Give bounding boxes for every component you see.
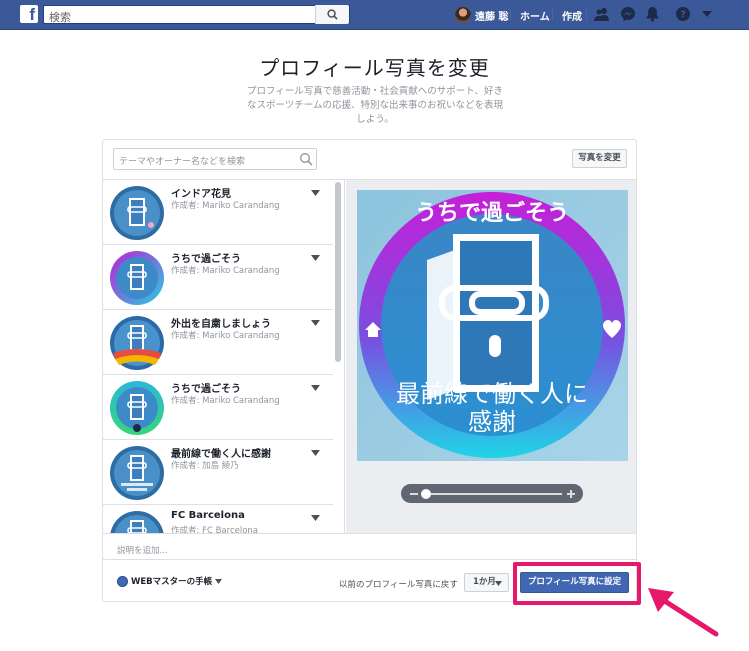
frame-title: 外出を自粛しましょう <box>171 319 271 330</box>
avatar <box>455 7 471 23</box>
chevron-down-icon <box>215 578 223 584</box>
frame-list-item[interactable]: うちで過ごそう 作成者: Mariko Carandang <box>103 245 333 310</box>
chevron-down-icon[interactable] <box>311 320 320 326</box>
friends-icon[interactable] <box>594 6 610 22</box>
frame-search <box>113 148 317 172</box>
revert-profile-photo-label: 以前のプロフィール写真に戻す <box>339 580 458 590</box>
nav-divider <box>586 9 587 21</box>
frame-list-scrollbar[interactable] <box>335 182 341 362</box>
frame-author: 作成者: Mariko Carandang <box>171 331 280 341</box>
frame-author: 作成者: Mariko Carandang <box>171 201 280 211</box>
frame-title: FC Barcelona <box>171 510 245 521</box>
nav-home-link[interactable]: ホーム <box>520 8 550 23</box>
global-search <box>43 5 350 26</box>
frame-title: うちで過ごそう <box>171 254 241 265</box>
divider <box>103 533 636 534</box>
frame-title: 最前線で働く人に感謝 <box>171 449 271 460</box>
frame-title: インドア花見 <box>171 189 231 200</box>
svg-text:?: ? <box>680 10 686 21</box>
frame-author: 作成者: FC Barcelona <box>171 526 259 533</box>
profile-frame-panel: 写真を変更 インドア花見 作成者: Mariko Carandang うちで過ご… <box>102 139 637 602</box>
frame-thumbnail <box>110 511 164 533</box>
chevron-down-icon[interactable] <box>311 515 320 521</box>
user-name: 遠藤 聡 <box>475 11 509 23</box>
frame-thumbnail <box>110 381 164 435</box>
account-menu-chevron-down-icon[interactable] <box>702 11 712 17</box>
profile-link[interactable]: 遠藤 聡 <box>455 6 508 24</box>
zoom-handle[interactable] <box>421 489 431 499</box>
help-icon[interactable]: ? <box>675 6 691 22</box>
change-photo-button[interactable]: 写真を変更 <box>572 149 627 168</box>
preview-bottom-text-line-2: 感謝 <box>468 408 516 436</box>
nav-create-link[interactable]: 作成 <box>562 8 582 23</box>
frame-thumbnail <box>110 251 164 305</box>
page-avatar-icon <box>117 575 128 587</box>
annotation-arrow-icon <box>648 588 719 637</box>
frame-author: 作成者: 加島 綾乃 <box>171 461 239 471</box>
frame-thumbnail <box>110 186 164 240</box>
notifications-bell-icon[interactable] <box>645 6 660 22</box>
divider <box>103 559 636 560</box>
zoom-slider[interactable] <box>401 484 583 503</box>
zoom-track[interactable] <box>423 493 562 495</box>
frame-preview-area: うちで過ごそう 最前線で働く人に 感謝 <box>346 180 636 533</box>
frame-author: 作成者: Mariko Carandang <box>171 396 280 406</box>
profile-frame-preview-image[interactable]: うちで過ごそう 最前線で働く人に 感謝 <box>357 190 628 461</box>
nav-divider <box>552 9 553 21</box>
facebook-logo-icon[interactable]: f <box>20 5 38 23</box>
set-profile-picture-button[interactable]: プロフィール写真に設定 <box>520 572 629 593</box>
search-button[interactable] <box>315 5 349 24</box>
frame-search-input[interactable] <box>114 152 294 172</box>
duration-value: 1か月 <box>473 577 496 587</box>
frame-list-item[interactable]: FC Barcelona 作成者: FC Barcelona <box>103 505 333 533</box>
frame-list-item[interactable]: うちで過ごそう 作成者: Mariko Carandang <box>103 375 333 440</box>
page-description: プロフィール写真で慈善活動・社会貢献へのサポート、好きなスポーツチームの応援、特… <box>246 86 504 125</box>
zoom-out-icon[interactable] <box>410 493 418 495</box>
frame-thumbnail <box>110 446 164 500</box>
frame-author: 作成者: Mariko Carandang <box>171 266 280 276</box>
search-icon <box>300 153 313 166</box>
messenger-icon[interactable] <box>620 6 636 22</box>
revert-duration-select[interactable]: 1か月 <box>464 573 509 592</box>
global-search-input[interactable] <box>44 9 314 26</box>
frame-thumbnail <box>110 316 164 370</box>
preview-bottom-text-line-1: 最前線で働く人に <box>396 380 588 408</box>
add-description-field[interactable]: 説明を追加... <box>117 544 168 556</box>
search-icon <box>327 9 338 20</box>
top-navigation-bar: f 遠藤 聡 ホーム 作成 ? <box>0 0 749 30</box>
zoom-in-icon[interactable] <box>570 490 572 498</box>
frame-list-item[interactable]: 外出を自粛しましょう 作成者: Mariko Carandang <box>103 310 333 375</box>
nav-divider <box>510 9 511 21</box>
frame-title: うちで過ごそう <box>171 384 241 395</box>
frame-list: インドア花見 作成者: Mariko Carandang うちで過ごそう 作成者… <box>103 180 345 533</box>
frame-list-item[interactable]: 最前線で働く人に感謝 作成者: 加島 綾乃 <box>103 440 333 505</box>
chevron-down-icon[interactable] <box>311 255 320 261</box>
page-name: WEBマスターの手帳 <box>131 577 213 587</box>
chevron-down-icon[interactable] <box>311 450 320 456</box>
chevron-down-icon <box>495 581 502 586</box>
chevron-down-icon[interactable] <box>311 190 320 196</box>
chevron-down-icon[interactable] <box>311 385 320 391</box>
frame-list-item[interactable]: インドア花見 作成者: Mariko Carandang <box>103 180 333 245</box>
preview-top-text: うちで過ごそう <box>415 200 569 226</box>
posting-as-page-selector[interactable]: WEBマスターの手帳 <box>117 575 223 587</box>
page-title: プロフィール写真を変更 <box>259 56 490 80</box>
